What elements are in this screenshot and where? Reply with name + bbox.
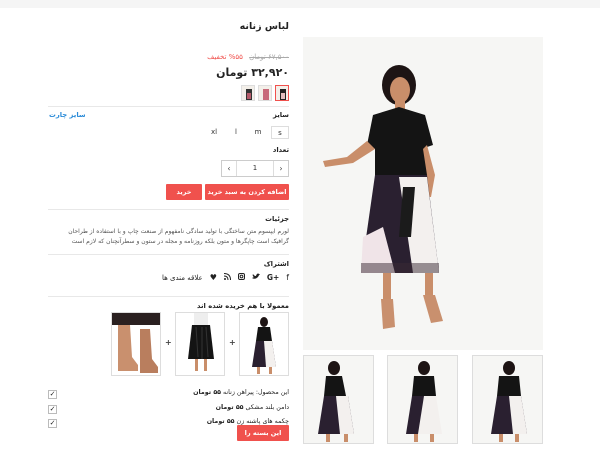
instagram-icon[interactable] [237, 273, 245, 282]
share-label: اشتراک [263, 260, 289, 268]
bundle-product-skirt[interactable] [175, 312, 225, 376]
color-swatch-black-floral[interactable] [241, 85, 255, 101]
main-product-photo[interactable] [303, 37, 543, 350]
divider [48, 254, 289, 255]
size-label: سایز [272, 111, 289, 119]
bundle-checkbox-1[interactable]: ✓ [48, 390, 57, 399]
current-price: ۳۲,۹۲۰ تومان [216, 66, 289, 79]
product-title: لباس زنانه [239, 21, 289, 32]
quantity-stepper: ‹ 1 › [221, 160, 289, 177]
twitter-icon[interactable] [251, 273, 260, 282]
divider [48, 209, 289, 210]
color-swatch-pink-black[interactable] [275, 85, 289, 101]
bundle-line-3: چکمه های پاشنه زن ۵۵ تومان [207, 418, 289, 425]
google-plus-icon[interactable]: G+ [267, 273, 279, 282]
details-text: لورم ایپسوم متن ساختگی با تولید سادگی نا… [68, 228, 289, 245]
bundle-label: معمولا با هم خریده شده اند [197, 302, 289, 310]
favorites-link[interactable]: علاقه مندی ها [162, 274, 203, 282]
discount-badge: ۵۵% تخفیف [207, 53, 243, 61]
bundle-product-boots[interactable] [111, 312, 161, 376]
bundle-checkbox-2[interactable]: ✓ [48, 405, 57, 414]
thumbnail-1[interactable] [303, 355, 374, 444]
divider [48, 106, 289, 107]
facebook-icon[interactable]: f [286, 273, 289, 282]
color-swatch-pink-plaid[interactable] [258, 85, 272, 101]
thumbnail-3[interactable] [472, 355, 543, 444]
size-option-m[interactable]: m [249, 126, 267, 139]
size-option-l[interactable]: l [227, 126, 245, 139]
size-option-xl[interactable]: xl [205, 126, 223, 139]
buy-button[interactable]: خرید [166, 184, 202, 200]
bundle-line-1: این محصول: پیراهن زنانه ۵۵ تومان [193, 389, 289, 396]
bundle-item-name: چکمه های پاشنه زن [236, 418, 289, 425]
old-price: ۶۷,۵۰۰ تومان [249, 53, 289, 61]
heart-icon[interactable]: ♥ [210, 273, 217, 282]
bundle-item-price: ۵۵ تومان [193, 389, 221, 396]
bundle-checkbox-3[interactable]: ✓ [48, 419, 57, 428]
thumbnail-2[interactable] [387, 355, 458, 444]
size-options: s m l xl [205, 126, 289, 139]
model-image [303, 37, 543, 350]
bundle-item-price: ۵۵ تومان [206, 418, 235, 425]
bundle-item-price: ۵۵ تومان [215, 404, 244, 411]
buy-bundle-button[interactable]: این بسته را بخرید [237, 425, 289, 450]
size-chart-link[interactable]: سایز چارت [49, 111, 86, 119]
quantity-increase-button[interactable]: › [274, 161, 288, 176]
add-to-cart-button[interactable]: اضافه کردن به سبد خرید [205, 184, 289, 200]
size-option-s[interactable]: s [271, 126, 289, 139]
old-price-row: ۶۷,۵۰۰ تومان ۵۵% تخفیف [207, 53, 289, 61]
plus-icon: + [229, 338, 236, 347]
bundle-line-2: دامن بلند مشکی ۵۵ تومان [216, 404, 289, 411]
plus-icon: + [165, 338, 172, 347]
color-swatches [241, 85, 289, 101]
bundle-item-name: این محصول: پیراهن زنانه [223, 389, 289, 396]
quantity-label: تعداد [272, 146, 289, 154]
quantity-value[interactable]: 1 [236, 161, 274, 176]
product-page: لباس زنانه ۶۷,۵۰۰ تومان ۵۵% تخفیف ۳۲,۹۲۰… [0, 8, 600, 450]
share-icons: f G+ ♥ علاقه مندی ها [158, 273, 289, 282]
rss-icon[interactable] [223, 273, 231, 282]
details-label: جزئیات [265, 215, 289, 223]
divider [48, 296, 289, 297]
bundle-item-name: دامن بلند مشکی [245, 404, 289, 411]
bundle-product-dress[interactable] [239, 312, 289, 376]
quantity-decrease-button[interactable]: ‹ [222, 161, 236, 176]
